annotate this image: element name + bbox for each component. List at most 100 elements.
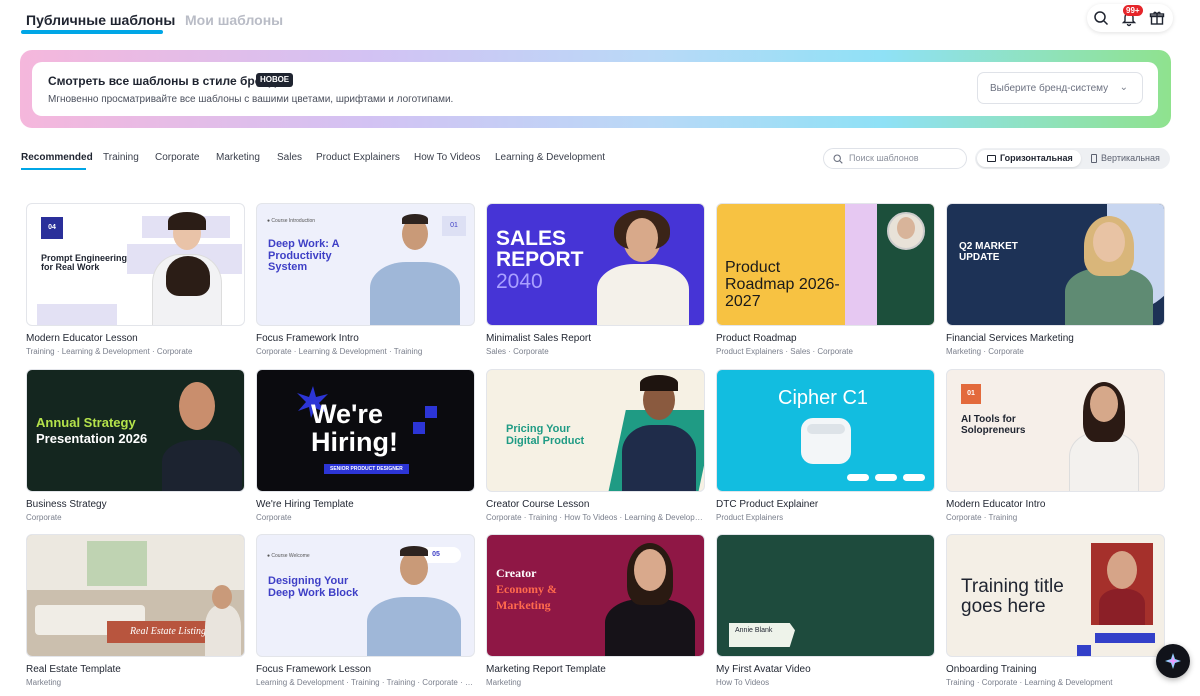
thumbnail-heading: Prompt Engineering for Real Work	[41, 253, 128, 273]
template-tags: How To Videos	[716, 678, 770, 687]
template-title: Onboarding Training	[946, 664, 1037, 675]
template-title: Creator Course Lesson	[486, 499, 590, 510]
brand-system-select-label: Выберите бренд-систему	[990, 83, 1109, 94]
search-placeholder: Поиск шаблонов	[849, 153, 919, 163]
template-title: Marketing Report Template	[486, 664, 606, 675]
thumbnail-year: 2040	[496, 270, 543, 293]
template-tags: Corporate · Training · How To Videos · L…	[486, 513, 705, 522]
thumbnail-heading: We're Hiring!	[311, 399, 398, 458]
thumbnail-heading-line2: Economy &	[496, 582, 557, 596]
search-icon[interactable]	[1092, 9, 1110, 27]
category-recommended[interactable]: Recommended	[21, 152, 93, 163]
template-tags: Training · Learning & Development · Corp…	[26, 347, 193, 356]
orientation-toggle: Горизонтальная Вертикальная	[975, 148, 1170, 169]
category-product-explainers[interactable]: Product Explainers	[316, 152, 400, 163]
template-tags: Marketing	[486, 678, 522, 687]
template-title: DTC Product Explainer	[716, 499, 819, 510]
thumbnail-heading: Q2 MARKET UPDATE	[959, 241, 1018, 263]
template-title: Business Strategy	[26, 499, 107, 510]
template-thumbnail[interactable]: Creator Economy & Marketing	[486, 534, 705, 657]
template-title: Real Estate Template	[26, 664, 121, 675]
thumbnail-heading: Cipher C1	[778, 387, 869, 409]
template-tags: Marketing	[26, 678, 62, 687]
template-tags: Product Explainers · Sales · Corporate	[716, 347, 853, 356]
thumbnail-heading-line1: Annual Strategy	[36, 415, 136, 430]
brand-banner: Смотреть все шаблоны в стиле бренда НОВО…	[20, 50, 1171, 128]
template-tags: Marketing · Corporate	[946, 347, 1024, 356]
template-thumbnail[interactable]: 01 AI Tools for Solopreneurs	[946, 369, 1165, 492]
template-title: Modern Educator Lesson	[26, 333, 138, 344]
notification-count-badge: 99+	[1123, 5, 1143, 16]
top-bar: Публичные шаблоны Мои шаблоны 99+	[0, 0, 1200, 40]
thumbnail-pill: SENIOR PRODUCT DESIGNER	[324, 464, 409, 474]
phone-icon	[1091, 154, 1097, 164]
template-title: Financial Services Marketing	[946, 333, 1074, 344]
orientation-vertical[interactable]: Вертикальная	[1083, 150, 1167, 167]
template-thumbnail[interactable]: Pricing Your Digital Product	[486, 369, 705, 492]
thumbnail-heading: Deep Work: A Productivity System	[268, 238, 340, 274]
template-search-input[interactable]: Поиск шаблонов	[823, 148, 967, 169]
thumbnail-heading: Pricing Your Digital Product	[506, 423, 585, 447]
sparkle-icon	[1165, 653, 1181, 669]
template-thumbnail[interactable]: Annie Blank	[716, 534, 935, 657]
lesson-number-badge: 01	[961, 384, 981, 404]
orientation-horizontal[interactable]: Горизонтальная	[977, 150, 1081, 167]
template-thumbnail[interactable]: We're Hiring! SENIOR PRODUCT DESIGNER	[256, 369, 475, 492]
tab-public-templates[interactable]: Публичные шаблоны	[26, 12, 175, 28]
template-thumbnail[interactable]: SALES REPORT 2040	[486, 203, 705, 326]
template-tags: Corporate · Learning & Development · Tra…	[256, 347, 423, 356]
thumbnail-label: Annie Blank	[735, 627, 773, 634]
assistant-button[interactable]	[1156, 644, 1190, 678]
category-marketing[interactable]: Marketing	[216, 152, 260, 163]
template-title: Focus Framework Intro	[256, 333, 359, 344]
thumbnail-heading-line2: Presentation 2026	[36, 431, 148, 446]
category-corporate[interactable]: Corporate	[155, 152, 199, 163]
thumbnail-heading-line3: Marketing	[496, 598, 551, 612]
template-thumbnail[interactable]: Cipher C1	[716, 369, 935, 492]
template-title: Minimalist Sales Report	[486, 333, 592, 344]
orientation-vertical-label: Вертикальная	[1101, 153, 1160, 163]
active-tab-indicator	[21, 30, 163, 34]
template-title: We're Hiring Template	[256, 499, 354, 510]
tab-my-templates[interactable]: Мои шаблоны	[185, 12, 283, 28]
template-thumbnail[interactable]: ● Course Introduction Deep Work: A Produ…	[256, 203, 475, 326]
category-how-to-videos[interactable]: How To Videos	[414, 152, 480, 163]
brand-banner-card: Смотреть все шаблоны в стиле бренда НОВО…	[32, 62, 1158, 116]
template-title: Modern Educator Intro	[946, 499, 1046, 510]
new-badge: НОВОЕ	[256, 73, 294, 87]
brand-banner-title: Смотреть все шаблоны в стиле бренда	[48, 74, 283, 88]
template-thumbnail[interactable]: Annual Strategy Presentation 2026	[26, 369, 245, 492]
category-training[interactable]: Training	[103, 152, 139, 163]
category-sales[interactable]: Sales	[277, 152, 302, 163]
active-category-indicator	[21, 168, 86, 170]
template-tags: Corporate	[26, 513, 62, 522]
thumbnail-heading: SALES REPORT	[496, 227, 584, 271]
template-tags: Sales · Corporate	[486, 347, 549, 356]
thumbnail-heading: Product Roadmap 2026-2027	[725, 259, 840, 310]
template-title: Focus Framework Lesson	[256, 664, 372, 675]
template-tags: Product Explainers	[716, 513, 784, 522]
template-title: Product Roadmap	[716, 333, 797, 344]
template-thumbnail[interactable]: Q2 MARKET UPDATE	[946, 203, 1165, 326]
brand-system-select[interactable]: Выберите бренд-систему ⌄	[977, 72, 1143, 104]
thumbnail-heading: Designing Your Deep Work Block	[268, 575, 359, 599]
template-tags: Corporate · Training	[946, 513, 1018, 522]
template-thumbnail[interactable]: Training title goes here	[946, 534, 1165, 657]
template-title: My First Avatar Video	[716, 664, 811, 675]
category-learning-development[interactable]: Learning & Development	[495, 152, 605, 163]
brand-banner-subtitle: Мгновенно просматривайте все шаблоны с в…	[48, 94, 454, 105]
thumbnail-heading: AI Tools for Solopreneurs	[961, 414, 1026, 436]
gift-icon[interactable]	[1148, 9, 1166, 27]
template-thumbnail[interactable]: ● Course Welcome Designing Your Deep Wor…	[256, 534, 475, 657]
template-thumbnail[interactable]: Real Estate Listing	[26, 534, 245, 657]
template-tags: Corporate	[256, 513, 292, 522]
template-thumbnail[interactable]: Product Roadmap 2026-2027	[716, 203, 935, 326]
thumbnail-heading: Training title goes here	[961, 576, 1064, 617]
template-thumbnail[interactable]: 04 Prompt Engineering for Real Work	[26, 203, 245, 326]
orientation-horizontal-label: Горизонтальная	[1000, 153, 1073, 163]
monitor-icon	[987, 155, 996, 163]
template-tags: Training · Corporate · Learning & Develo…	[946, 678, 1113, 687]
template-tags: Learning & Development · Training · Trai…	[256, 678, 475, 687]
lesson-number-badge: 01	[442, 216, 466, 236]
chevron-down-icon: ⌄	[1119, 82, 1128, 93]
